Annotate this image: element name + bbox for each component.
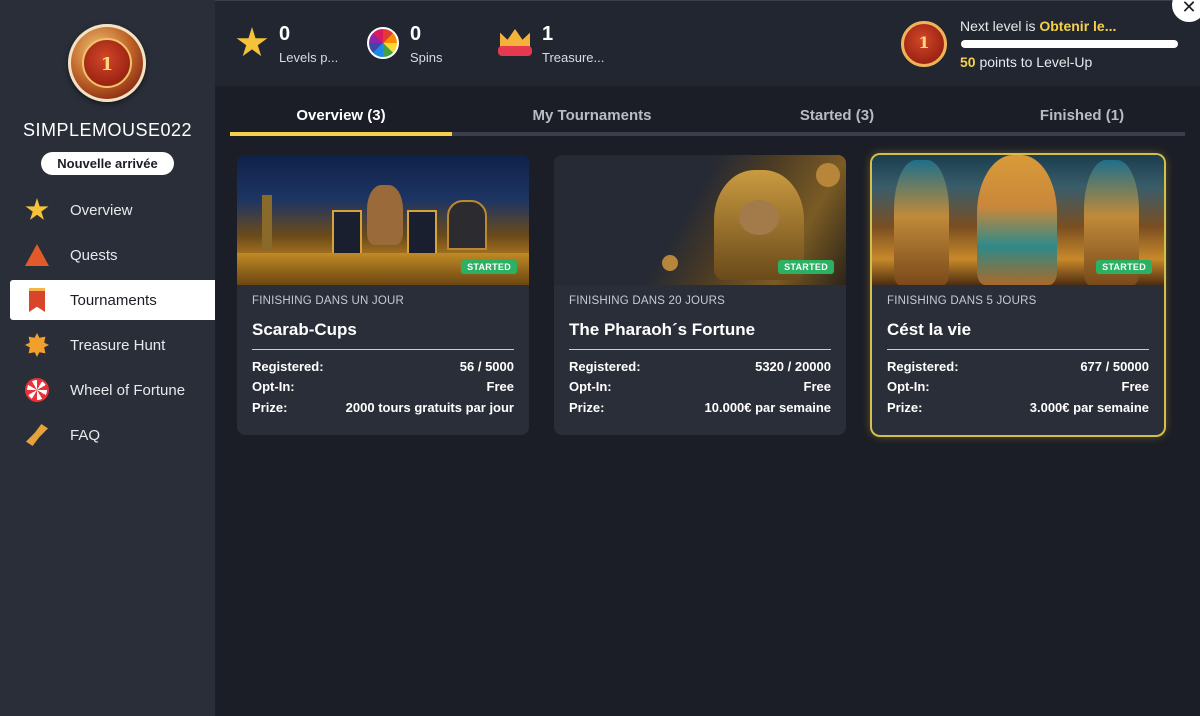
level-points-suffix: points to Level-Up — [975, 54, 1093, 70]
optin-label: Opt-In: — [252, 379, 295, 394]
level-points-text: 50 points to Level-Up — [960, 54, 1092, 70]
sidebar-item-wheel-of-fortune[interactable]: Wheel of Fortune — [10, 370, 215, 410]
registered-value: 56 / 5000 — [459, 359, 514, 374]
medal-icon — [24, 332, 50, 358]
wheel-icon — [24, 377, 50, 403]
sidebar-item-overview[interactable]: Overview — [10, 190, 215, 230]
star-icon — [24, 197, 50, 223]
optin-row: Opt-In: Free — [569, 379, 831, 397]
optin-value: Free — [1121, 379, 1149, 394]
status-badge: STARTED — [778, 260, 834, 274]
sidebar-item-treasure-hunt[interactable]: Treasure Hunt — [10, 325, 215, 365]
next-level-name: Obtenir le... — [1039, 18, 1117, 34]
sidebar-item-label: FAQ — [70, 426, 101, 444]
level-badge: 1 — [901, 21, 947, 67]
levels-value: 0 — [279, 23, 291, 45]
registered-label: Registered: — [569, 359, 641, 374]
optin-row: Opt-In: Free — [887, 379, 1149, 397]
sidebar-item-faq[interactable]: FAQ — [10, 415, 215, 455]
registered-label: Registered: — [887, 359, 959, 374]
tournament-card-scarab-cups[interactable]: STARTED FINISHING DANS UN JOUR Scarab-Cu… — [237, 155, 529, 435]
optin-label: Opt-In: — [887, 379, 930, 394]
card-title: Scarab-Cups — [252, 320, 357, 339]
avatar-emblem: 1 — [82, 38, 132, 88]
treasure-label: Treasure... — [542, 50, 605, 65]
spins-label: Spins — [410, 50, 443, 65]
top-bar: 0 Levels p... 0 Spins 1 Treasure... 1 Ne… — [215, 0, 1200, 86]
status-badge: STARTED — [461, 260, 517, 274]
level-progress-bar — [961, 40, 1178, 48]
registered-value: 677 / 50000 — [1080, 359, 1149, 374]
registered-row: Registered: 56 / 5000 — [252, 359, 514, 377]
sidebar: 1 SIMPLEMOUSE022 Nouvelle arrivée Overvi… — [0, 0, 215, 716]
prize-row: Prize: 10.000€ par semaine — [569, 400, 831, 418]
avatar-level: 1 — [100, 54, 114, 75]
registered-row: Registered: 677 / 50000 — [887, 359, 1149, 377]
card-subtitle: FINISHING DANS UN JOUR — [252, 295, 404, 307]
prize-label: Prize: — [569, 400, 605, 415]
prize-row: Prize: 3.000€ par semaine — [887, 400, 1149, 418]
card-title: Cést la vie — [887, 320, 972, 339]
level-points-value: 50 — [960, 54, 976, 70]
registered-label: Registered: — [252, 359, 324, 374]
levels-stat[interactable]: 0 Levels p... — [235, 23, 355, 69]
optin-label: Opt-In: — [569, 379, 612, 394]
prize-label: Prize: — [252, 400, 288, 415]
quest-icon — [24, 242, 50, 268]
card-divider — [252, 349, 514, 350]
sidebar-item-label: Tournaments — [70, 291, 157, 309]
banner-icon — [24, 287, 50, 313]
tab-started[interactable]: Started (3) — [727, 100, 947, 134]
spins-value: 0 — [410, 23, 422, 45]
card-subtitle: FINISHING DANS 20 JOURS — [569, 295, 726, 307]
rank-badge: Nouvelle arrivée — [41, 152, 174, 175]
prize-row: Prize: 2000 tours gratuits par jour — [252, 400, 514, 418]
card-divider — [887, 349, 1149, 350]
tournament-card-pharaohs-fortune[interactable]: STARTED FINISHING DANS 20 JOURS The Phar… — [554, 155, 846, 435]
registered-value: 5320 / 20000 — [755, 359, 831, 374]
prize-value: 3.000€ par semaine — [1029, 400, 1149, 415]
wheel-icon — [366, 26, 400, 60]
prize-value: 10.000€ par semaine — [704, 400, 831, 415]
tab-overview[interactable]: Overview (3) — [230, 100, 452, 134]
star-icon — [235, 26, 269, 60]
next-level-prefix: Next level is — [960, 18, 1040, 34]
tab-active-indicator — [230, 132, 452, 136]
registered-row: Registered: 5320 / 20000 — [569, 359, 831, 377]
next-level-text: Next level is Obtenir le... — [960, 18, 1116, 34]
tournament-card-cest-la-vie[interactable]: STARTED FINISHING DANS 5 JOURS Cést la v… — [872, 155, 1164, 435]
avatar: 1 — [68, 24, 146, 102]
sidebar-item-label: Treasure Hunt — [70, 336, 166, 354]
level-badge-number: 1 — [918, 33, 930, 52]
close-icon: ✕ — [1181, 0, 1197, 17]
prize-label: Prize: — [887, 400, 923, 415]
prize-value: 2000 tours gratuits par jour — [345, 400, 514, 415]
card-title: The Pharaoh´s Fortune — [569, 320, 756, 339]
sidebar-item-label: Quests — [70, 246, 118, 264]
sidebar-item-tournaments[interactable]: Tournaments — [10, 280, 215, 320]
tab-my-tournaments[interactable]: My Tournaments — [482, 100, 702, 134]
username: SIMPLEMOUSE022 — [22, 120, 193, 140]
levels-label: Levels p... — [279, 50, 339, 65]
card-divider — [569, 349, 831, 350]
optin-value: Free — [486, 379, 514, 394]
optin-row: Opt-In: Free — [252, 379, 514, 397]
horn-icon — [24, 422, 50, 448]
sidebar-item-label: Wheel of Fortune — [70, 381, 186, 399]
spins-stat[interactable]: 0 Spins — [366, 23, 466, 69]
tab-finished[interactable]: Finished (1) — [972, 100, 1192, 134]
sidebar-item-label: Overview — [70, 201, 133, 219]
tab-bar: Overview (3) My Tournaments Started (3) … — [230, 100, 1185, 138]
treasure-stat[interactable]: 1 Treasure... — [498, 23, 628, 69]
card-subtitle: FINISHING DANS 5 JOURS — [887, 295, 1037, 307]
sidebar-item-quests[interactable]: Quests — [10, 235, 215, 275]
sidebar-nav: Overview Quests Tournaments Treasure Hun… — [10, 190, 215, 460]
optin-value: Free — [803, 379, 831, 394]
status-badge: STARTED — [1096, 260, 1152, 274]
treasure-value: 1 — [542, 23, 554, 45]
crown-icon — [498, 26, 532, 60]
